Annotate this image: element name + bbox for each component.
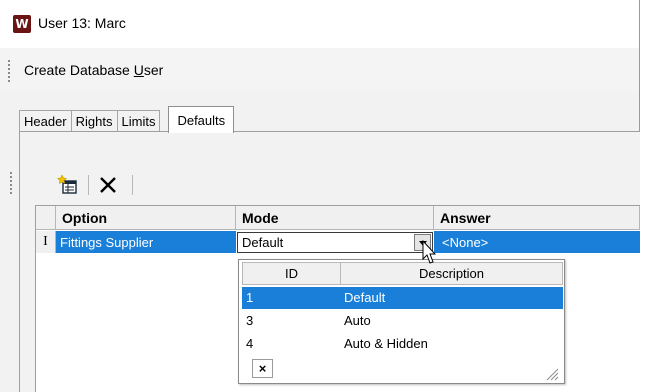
tab-header[interactable]: Header	[19, 110, 72, 132]
toolbar-separator	[132, 175, 133, 195]
dropdown-item-description: Auto & Hidden	[344, 336, 428, 351]
dropdown-item-id: 4	[246, 336, 254, 351]
dropdown-item[interactable]: 3 Auto	[242, 310, 563, 332]
grid-toolbar-grip[interactable]	[10, 172, 12, 196]
new-record-icon	[57, 174, 77, 194]
tab-rights[interactable]: Rights	[70, 110, 118, 132]
create-label-suffix: ser	[143, 62, 164, 78]
delete-x-icon	[100, 177, 116, 193]
answer-cell[interactable]: <None>	[434, 231, 640, 253]
dropdown-column-description[interactable]: Description	[340, 262, 563, 285]
create-label-mnemonic: U	[133, 62, 144, 78]
title-bar: W User 13: Marc	[0, 0, 639, 48]
tab-strip: Header Rights Limits Defaults	[19, 106, 235, 133]
dropdown-item-description: Auto	[344, 313, 371, 328]
new-record-button[interactable]	[55, 172, 81, 198]
create-label-prefix: Create Database	[24, 62, 134, 78]
dropdown-item[interactable]: 4 Auto & Hidden	[242, 333, 563, 355]
row-edit-indicator: I	[36, 231, 56, 253]
dropdown-item-id: 3	[246, 313, 254, 328]
dropdown-item-description: Default	[344, 290, 386, 305]
column-header-option[interactable]: Option	[56, 206, 236, 230]
window-title: User 13: Marc	[38, 15, 126, 31]
mouse-pointer-icon	[422, 240, 437, 264]
mode-combo-input[interactable]: Default	[237, 232, 433, 253]
column-header-answer[interactable]: Answer	[434, 206, 640, 230]
user-window: W User 13: Marc Create Database User Hea…	[0, 0, 640, 392]
dropdown-close-button[interactable]: ×	[252, 359, 273, 378]
row-indicator-header	[36, 206, 56, 230]
tab-defaults[interactable]: Defaults	[168, 106, 235, 133]
delete-record-button[interactable]	[95, 172, 121, 198]
toolbar-grip[interactable]	[8, 60, 10, 82]
column-header-mode[interactable]: Mode	[236, 206, 434, 230]
dropdown-column-id[interactable]: ID	[242, 262, 341, 285]
app-logo-icon: W	[13, 15, 31, 33]
toolbar-separator	[88, 175, 89, 195]
dropdown-item-id: 1	[246, 290, 254, 305]
option-cell[interactable]: Fittings Supplier	[56, 231, 236, 253]
tab-limits[interactable]: Limits	[116, 110, 161, 132]
dropdown-item[interactable]: 1 Default	[242, 287, 563, 309]
create-database-user-button[interactable]: Create Database User	[24, 62, 163, 78]
resize-grip-icon[interactable]	[543, 365, 559, 381]
